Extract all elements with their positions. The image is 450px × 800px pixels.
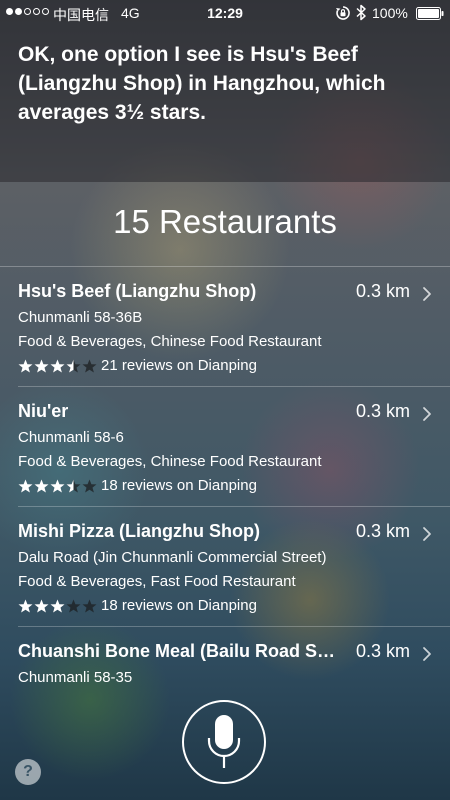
chevron-right-icon	[423, 287, 431, 301]
microphone-icon	[207, 715, 241, 768]
restaurant-name: Hsu's Beef (Liangzhu Shop)	[18, 281, 257, 301]
star-full-icon	[18, 479, 33, 492]
restaurant-rating: 18 reviews on Dianping	[18, 597, 257, 614]
restaurant-row[interactable]: Niu'er 0.3 km Chunmanli 58-6 Food & Beverag…	[18, 387, 450, 507]
results-title: 15 Restaurants	[113, 203, 337, 240]
star-half-icon	[66, 359, 81, 372]
star-rating	[18, 359, 97, 373]
battery-icon	[416, 7, 444, 20]
status-bar: 中国电信 4G 12:29 100%	[0, 0, 450, 26]
restaurant-name: Mishi Pizza (Liangzhu Shop)	[18, 521, 260, 541]
restaurant-row[interactable]: Hsu's Beef (Liangzhu Shop) 0.3 km Chunmanl…	[18, 267, 450, 387]
restaurant-row[interactable]: Mishi Pizza (Liangzhu Shop) 0.3 km Dalu Ro…	[18, 507, 450, 627]
restaurant-address: Dalu Road (Jin Chunmanli Commercial Stre…	[18, 549, 327, 566]
star-full-icon	[34, 599, 49, 612]
chevron-right-icon	[423, 527, 431, 541]
star-full-icon	[50, 479, 65, 492]
chevron-right-icon	[423, 647, 431, 661]
restaurant-address: Chunmanli 58-35	[18, 669, 133, 685]
star-rating	[18, 599, 97, 613]
siri-response-text: OK, one option I see is Hsu's Beef (Lian…	[18, 43, 386, 124]
restaurant-category: Food & Beverages, Fast Food Restaurant	[18, 573, 296, 590]
restaurant-distance: 0.3 km	[355, 521, 410, 541]
star-empty-icon	[82, 599, 97, 612]
restaurant-rating: 18 reviews on Dianping	[18, 477, 257, 494]
restaurant-address: Chunmanli 58-6	[18, 429, 124, 446]
restaurant-row[interactable]: Chuanshi Bone Meal (Bailu Road Shop) 0.3 …	[18, 627, 450, 685]
star-empty-icon	[66, 599, 81, 612]
restaurant-distance: 0.3 km	[355, 641, 410, 661]
star-full-icon	[50, 599, 65, 612]
rotation-lock-icon	[336, 6, 350, 20]
battery-percentage: 100%	[372, 5, 408, 21]
star-full-icon	[18, 599, 33, 612]
star-rating	[18, 479, 97, 493]
star-full-icon	[34, 359, 49, 372]
restaurant-distance: 0.3 km	[355, 281, 410, 301]
chevron-right-icon	[423, 407, 431, 421]
restaurant-address: Chunmanli 58-36B	[18, 309, 143, 326]
star-half-icon	[66, 479, 81, 492]
star-full-icon	[18, 359, 33, 372]
restaurant-rating: 21 reviews on Dianping	[18, 357, 257, 374]
review-count: 18 reviews on Dianping	[101, 597, 257, 614]
review-count: 18 reviews on Dianping	[101, 477, 257, 494]
restaurant-category: Food & Beverages, Chinese Food Restauran…	[18, 453, 322, 470]
restaurant-distance: 0.3 km	[355, 401, 410, 421]
star-full-icon	[34, 479, 49, 492]
restaurant-list[interactable]: Hsu's Beef (Liangzhu Shop) 0.3 km Chunmanl…	[0, 267, 450, 685]
star-empty-icon	[82, 359, 97, 372]
star-full-icon	[50, 359, 65, 372]
review-count: 21 reviews on Dianping	[101, 357, 257, 374]
restaurant-category: Food & Beverages, Chinese Food Restauran…	[18, 333, 322, 350]
help-button[interactable]: ?	[15, 759, 41, 785]
restaurant-name: Niu'er	[18, 401, 69, 421]
restaurant-name: Chuanshi Bone Meal (Bailu Road Shop)	[18, 641, 340, 661]
bluetooth-icon	[356, 4, 366, 21]
star-empty-icon	[82, 479, 97, 492]
siri-mic-button[interactable]	[182, 700, 266, 784]
